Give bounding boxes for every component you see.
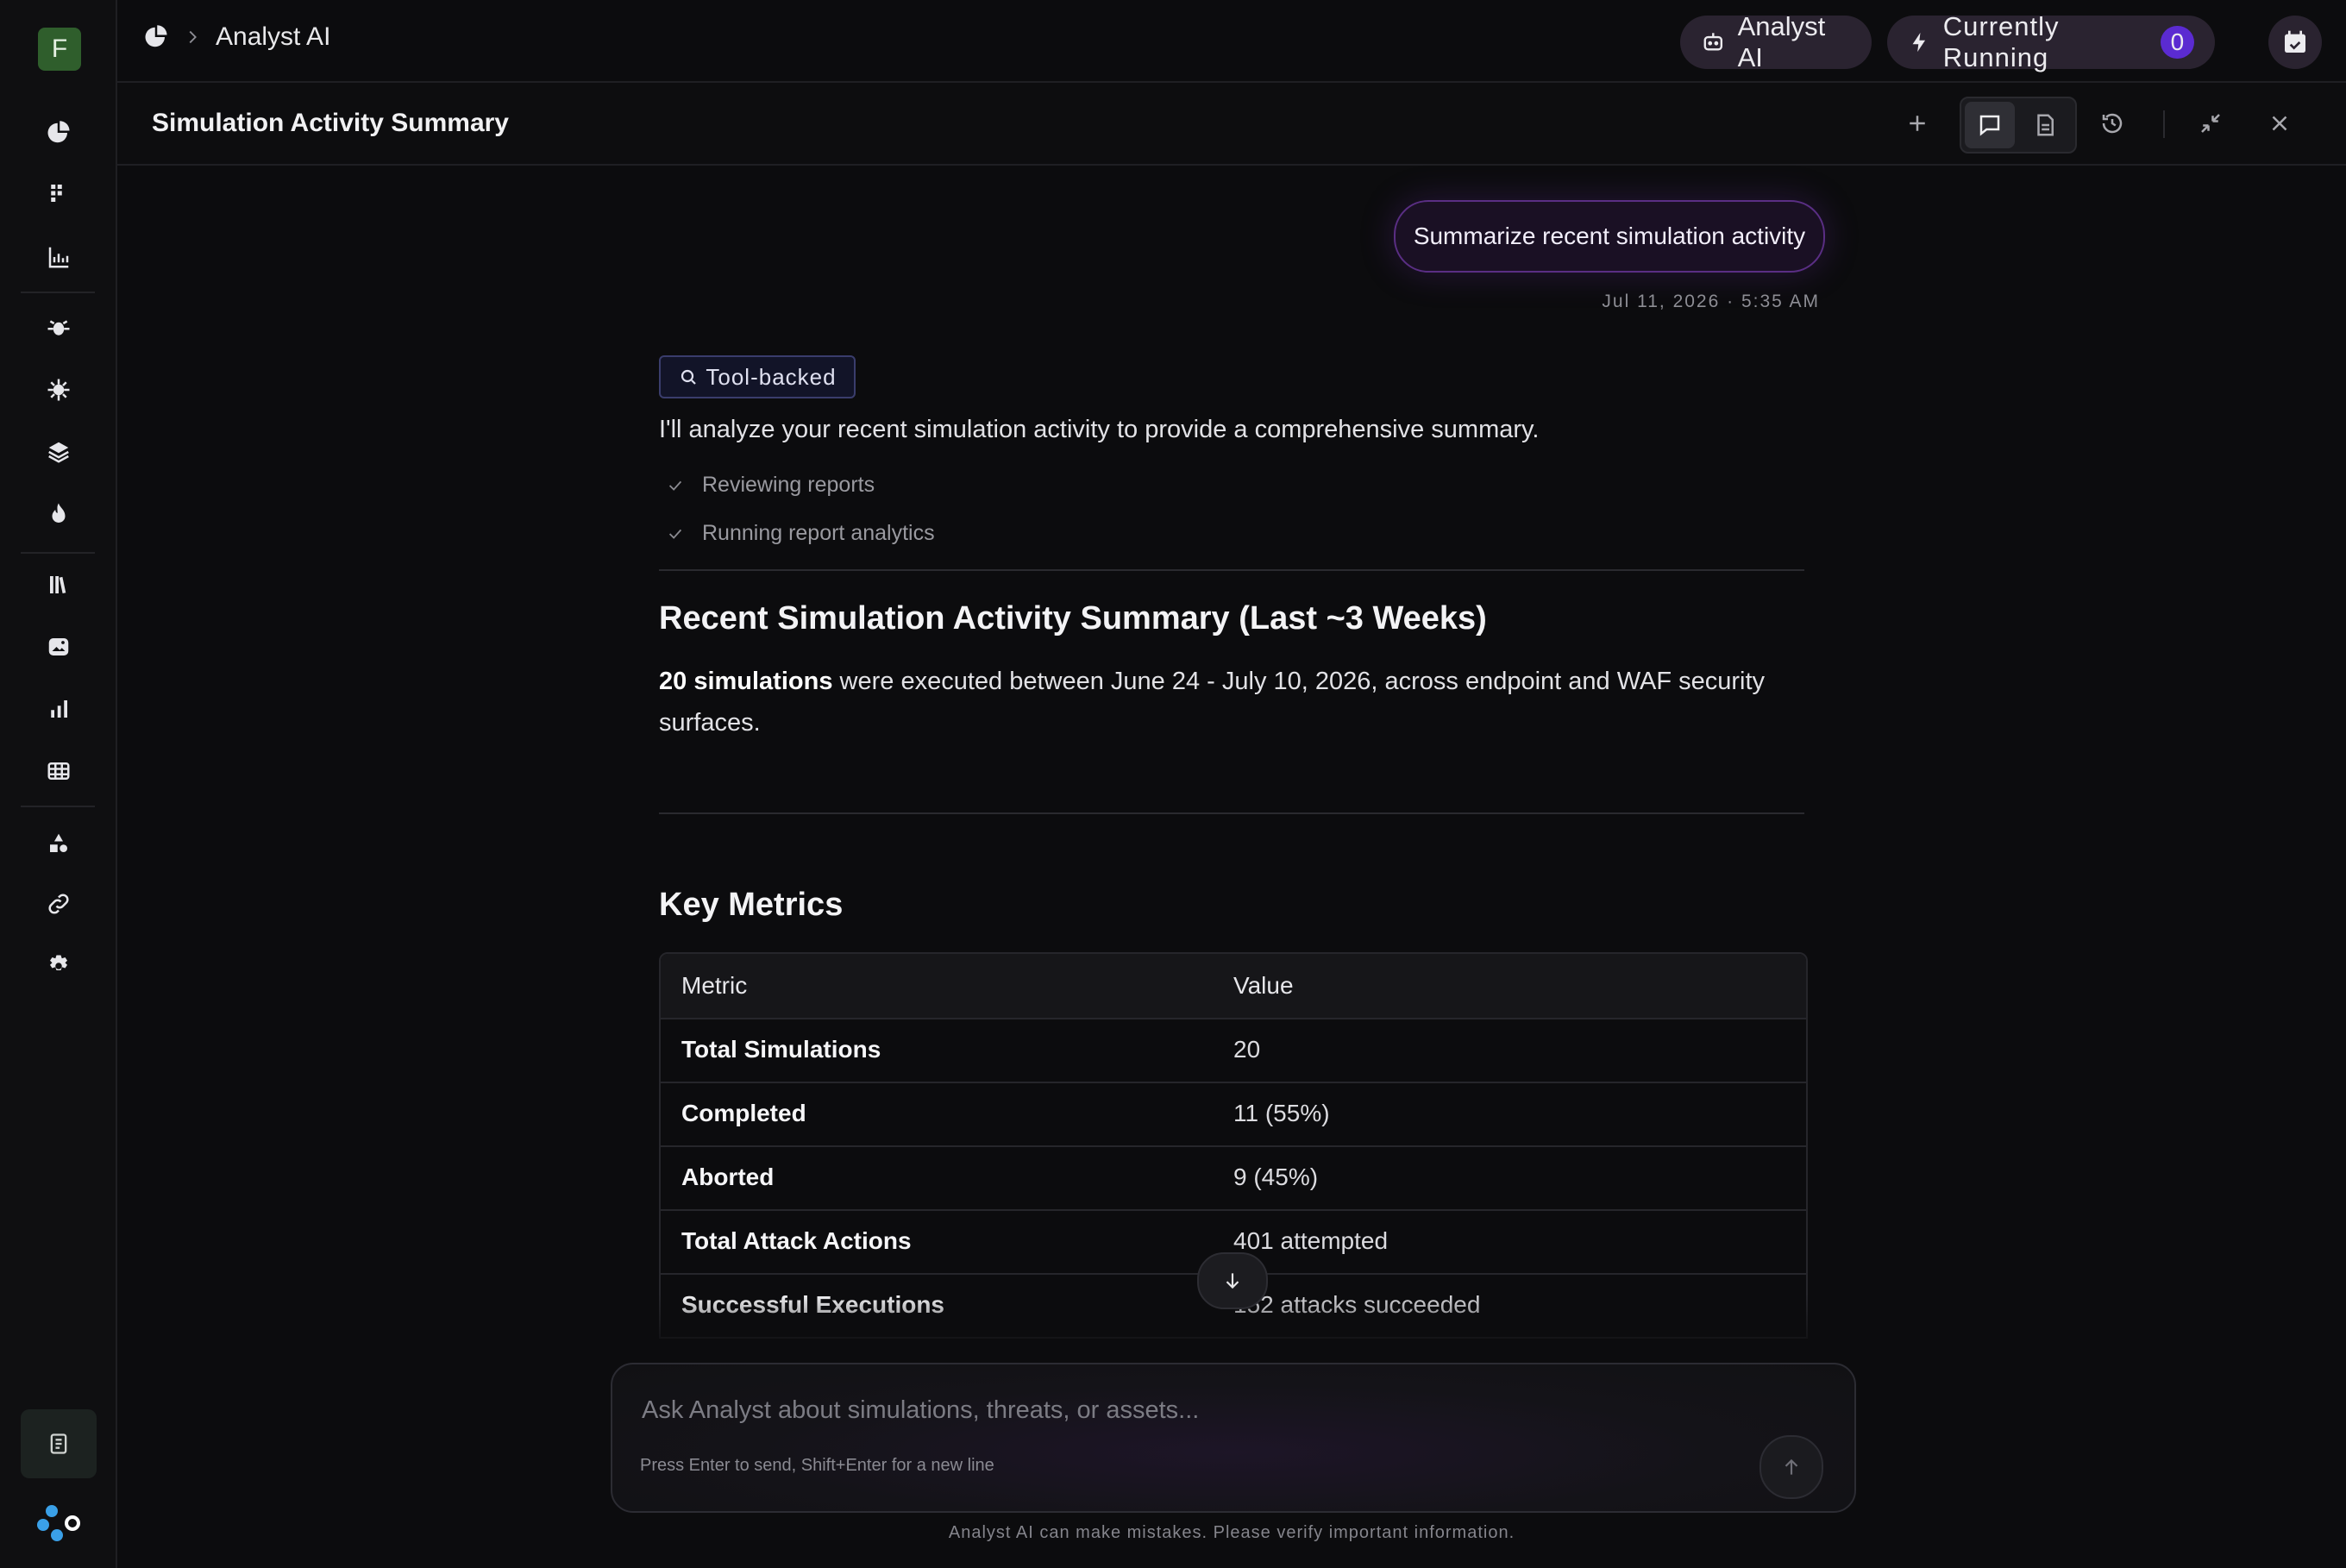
table-row: Total Simulations 20 [661,1018,1806,1083]
robot-icon [1703,33,1723,51]
history-icon [2102,113,2123,134]
tool-backed-badge: Tool-backed [659,355,856,398]
table-header-cell: Metric [681,972,748,999]
table-cell-metric: Completed [681,1100,806,1126]
shapes-icon[interactable] [40,825,78,862]
layers-icon[interactable] [40,433,78,471]
summary-heading: Recent Simulation Activity Summary (Last… [659,600,1487,637]
close-button[interactable] [2258,102,2301,145]
summary-paragraph: 20 simulations were executed between Jun… [659,661,1804,743]
scroll-to-bottom-button[interactable] [1197,1252,1268,1309]
document-button[interactable] [21,1409,97,1478]
chat-bubble-icon [1979,115,2000,136]
user-message-timestamp: Jul 11, 2026 · 5:35 AM [1602,292,1820,311]
step-item: Running report analytics [666,521,935,546]
chat-view-button[interactable] [1965,102,2015,148]
plus-icon [1910,116,1925,131]
divider [659,569,1804,571]
gear-icon[interactable] [40,947,78,985]
chevron-right-icon [189,30,197,44]
check-icon [668,529,682,539]
composer-hint: Press Enter to send, Shift+Enter for a n… [640,1456,994,1475]
step-label: Running report analytics [702,521,935,545]
image-icon[interactable] [40,628,78,666]
brand-logo-icon[interactable] [36,1504,81,1544]
pie-chart-icon[interactable] [143,24,169,50]
disclaimer: Analyst AI can make mistakes. Please ver… [948,1523,1515,1542]
currently-running-button[interactable]: Currently Running 0 [1887,11,2215,72]
user-avatar[interactable]: F [38,28,81,71]
lightning-icon [1912,32,1926,53]
chat-input[interactable] [640,1383,1765,1437]
arrow-down-icon [1226,1273,1239,1289]
divider [659,812,1804,814]
check-icon [668,480,682,491]
library-icon[interactable] [40,566,78,604]
table-row: Completed 11 (55%) [661,1082,1806,1147]
history-button[interactable] [2091,102,2134,145]
send-button[interactable] [1760,1435,1823,1499]
table-cell-metric: Total Simulations [681,1036,881,1063]
close-icon [2272,116,2287,131]
document-icon [50,1433,67,1454]
user-message-bubble: Summarize recent simulation activity [1394,200,1825,273]
breadcrumb-current[interactable]: Analyst AI [216,22,330,52]
pie-chart-icon[interactable] [40,114,78,152]
metrics-heading: Key Metrics [659,887,844,923]
flame-icon[interactable] [40,495,78,533]
sidebar: F [0,0,117,1568]
analyst-ai-label: Analyst AI [1737,11,1826,72]
top-header: Analyst AI Analyst AI Currently Running … [117,0,2346,83]
step-item: Reviewing reports [666,473,875,498]
minimize-icon [2201,114,2220,133]
panel-title: Simulation Activity Summary [152,109,509,137]
table-row: Aborted 9 (45%) [661,1145,1806,1211]
link-icon[interactable] [40,885,78,923]
minimize-button[interactable] [2189,102,2232,145]
tool-backed-label: Tool-backed [706,363,837,390]
bug-icon[interactable] [40,309,78,347]
table-cell-metric: Total Attack Actions [681,1227,912,1254]
step-label: Reviewing reports [702,473,875,497]
table-header-cell: Value [1233,972,1294,999]
document-view-button[interactable] [2020,102,2070,148]
table-cell-metric: Aborted [681,1163,775,1190]
running-count-badge: 0 [2160,26,2194,59]
bar-chart-icon[interactable] [40,238,78,276]
breadcrumb: Analyst AI [143,22,330,52]
grid-dots-icon[interactable] [40,174,78,212]
document-icon [2037,114,2054,136]
table-cell-value: 20 [1233,1036,1261,1063]
virus-icon[interactable] [40,371,78,409]
table-cell-value: 9 (45%) [1233,1163,1319,1190]
summary-bold: 20 simulations [659,668,833,695]
table-icon[interactable] [40,752,78,790]
arrow-up-icon [1785,1458,1798,1475]
analyst-ai-button[interactable]: Analyst AI [1680,11,1872,72]
table-cell-value: 11 (55%) [1233,1100,1330,1126]
table-header-row: Metric Value [661,954,1806,1019]
calendar-button[interactable] [2268,16,2322,69]
table-cell-value: 401 attempted [1233,1227,1389,1254]
panel-header: Simulation Activity Summary [117,83,2346,166]
calendar-icon [2285,30,2305,53]
new-chat-button[interactable] [1896,102,1939,145]
view-toggle [1960,97,2077,154]
currently-running-label: Currently Running [1942,11,2060,72]
search-icon [681,369,697,385]
assistant-intro: I'll analyze your recent simulation acti… [659,416,1540,443]
signal-bars-icon[interactable] [40,690,78,728]
message-composer: Press Enter to send, Shift+Enter for a n… [611,1363,1856,1513]
